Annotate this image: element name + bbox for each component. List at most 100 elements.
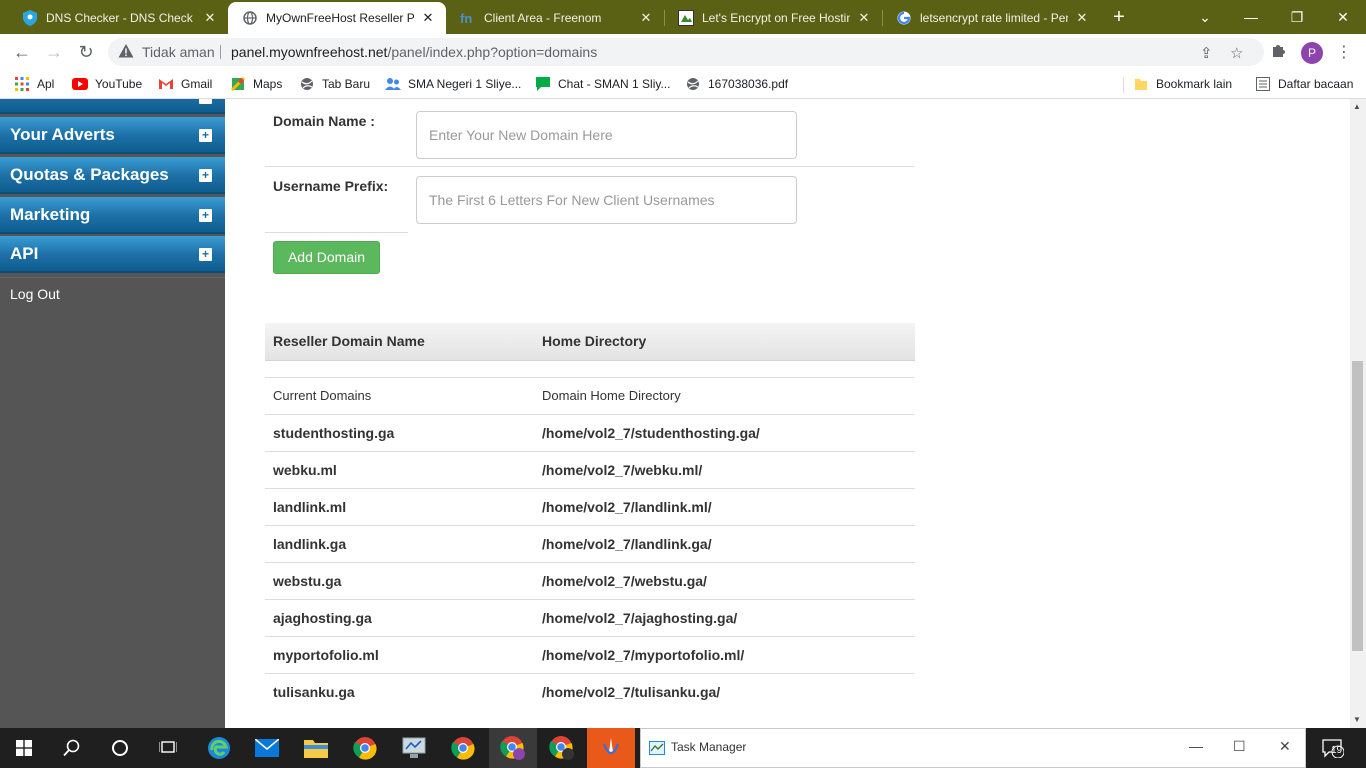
globe-icon [299,76,315,92]
tab-freenom[interactable]: fn Client Area - Freenom ✕ [446,2,664,34]
bookmark-star-icon[interactable]: ☆ [1230,44,1243,62]
tab-search-icon[interactable]: ⌄ [1182,0,1228,34]
scrollbar-thumb[interactable] [1352,361,1363,651]
sidebar-item-quotas-packages[interactable]: Quotas & Packages + [0,157,225,194]
domain-cell: webku.ml [273,462,337,478]
directory-cell: /home/vol2_7/tulisanku.ga/ [542,684,721,700]
logout-link[interactable]: Log Out [10,286,60,302]
reading-list[interactable]: Daftar bacaan [1255,76,1353,92]
domain-name-label: Domain Name : [273,113,375,129]
scroll-down-arrow-icon[interactable]: ▼ [1353,715,1361,724]
tab-letsencrypt[interactable]: Let's Encrypt on Free Hosting ✕ [664,2,882,34]
minimize-icon[interactable]: — [1228,0,1274,34]
username-prefix-input[interactable] [416,176,797,224]
search-icon[interactable] [48,728,96,768]
bookmark-youtube[interactable]: YouTube [72,76,142,92]
paint-app-icon[interactable] [587,728,635,768]
share-icon[interactable]: ⇪ [1200,44,1213,62]
chrome-icon[interactable] [439,728,487,768]
tab-myownfreehost[interactable]: MyOwnFreeHost Reseller Par ✕ [228,2,446,34]
bookmark-label: Gmail [181,77,213,91]
expand-icon[interactable]: + [199,209,212,222]
bookmark-label: YouTube [95,77,143,91]
directory-cell: /home/vol2_7/landlink.ga/ [542,536,712,552]
sidebar-divider [0,277,225,278]
table-row: webku.ml /home/vol2_7/webku.ml/ [265,451,915,489]
tab-google-search[interactable]: letsencrypt rate limited - Pen ✕ [882,2,1100,34]
domain-cell: ajaghosting.ga [273,610,372,626]
forward-arrow-icon[interactable]: → [42,40,66,64]
maximize-icon[interactable]: ☐ [1233,738,1246,755]
table-row: webstu.ga /home/vol2_7/webstu.ga/ [265,562,915,600]
notification-center[interactable]: 19 [1322,738,1348,759]
directory-cell: /home/vol2_7/myportofolio.ml/ [542,647,745,663]
close-icon[interactable]: ✕ [420,10,436,26]
table-row: tulisanku.ga /home/vol2_7/tulisanku.ga/ [265,673,915,711]
chrome-icon[interactable] [538,728,586,768]
task-view-icon[interactable] [144,728,192,768]
scroll-up-arrow-icon[interactable]: ▲ [1353,102,1361,111]
add-domain-button[interactable]: Add Domain [273,241,380,274]
url-text[interactable]: panel.myownfreehost.net/panel/index.php?… [231,44,597,60]
mail-icon[interactable] [243,728,291,768]
profile-avatar[interactable]: P [1301,42,1323,64]
minimize-icon[interactable]: — [1189,738,1203,754]
bookmark-label: Chat - SMAN 1 Sliy... [558,77,671,91]
bookmark-gmail[interactable]: Gmail [158,76,212,92]
edge-icon[interactable] [195,728,243,768]
bookmark-label: Apl [37,77,55,91]
warning-triangle-icon[interactable] [118,43,136,61]
expand-icon[interactable]: + [199,129,212,142]
globe-icon [242,10,258,26]
chrome-profile-icon[interactable] [489,728,537,768]
bookmark-apps[interactable]: Apl [14,76,54,92]
expand-icon[interactable]: + [199,169,212,182]
security-status-label[interactable]: Tidak aman [142,44,215,60]
more-menu-icon[interactable]: ⋮ [1336,42,1352,62]
subheader-current-domains: Current Domains [273,388,372,403]
close-icon[interactable]: ✕ [638,10,654,26]
close-icon[interactable]: ✕ [202,10,218,26]
close-icon[interactable]: ✕ [856,10,872,26]
clock[interactable]: 21:20 [1263,730,1291,742]
reload-icon[interactable]: ↻ [74,40,98,64]
back-arrow-icon[interactable]: ← [10,40,34,64]
youtube-icon [72,76,88,92]
restore-icon[interactable]: ❐ [1274,0,1320,34]
browser-toolbar: ← → ↻ Tidak aman panel.myownfreehost.net… [0,34,1366,70]
sidebar-item-label: Quotas & Packages [10,165,169,184]
domain-cell: landlink.ga [273,536,347,552]
new-tab-button[interactable]: + [1108,6,1130,28]
sidebar-item-api[interactable]: API + [0,236,225,273]
bookmark-maps[interactable]: Maps [230,76,282,92]
sidebar-item-support[interactable] [0,99,225,114]
directory-cell: /home/vol2_7/webku.ml/ [542,462,703,478]
other-bookmarks[interactable]: Bookmark lain [1133,76,1232,92]
bookmark-sma-negeri[interactable]: SMA Negeri 1 Sliye... [385,76,521,92]
task-manager-window[interactable]: Task Manager — ☐ ✕ [640,728,1306,768]
close-window-icon[interactable]: ✕ [1320,0,1366,34]
expand-icon[interactable]: + [199,248,212,261]
bookmark-pdf[interactable]: 167038036.pdf [685,76,788,92]
file-explorer-icon[interactable] [292,728,340,768]
tab-dns-checker[interactable]: DNS Checker - DNS Check Pr ✕ [8,2,228,34]
windows-start-icon[interactable] [0,728,48,768]
chat-icon [535,76,551,92]
sidebar-item-marketing[interactable]: Marketing + [0,197,225,234]
username-prefix-label: Username Prefix: [273,178,389,194]
domain-name-input[interactable] [416,111,797,159]
bookmark-separator [1123,77,1124,93]
directory-cell: /home/vol2_7/landlink.ml/ [542,499,712,515]
close-icon[interactable]: ✕ [1074,10,1090,26]
bookmark-new-tab[interactable]: Tab Baru [299,76,370,92]
chrome-icon[interactable] [341,728,389,768]
bookmark-chat[interactable]: Chat - SMAN 1 Sliy... [535,76,670,92]
address-bar[interactable]: Tidak aman panel.myownfreehost.net/panel… [108,38,1264,66]
cortana-icon[interactable] [96,728,144,768]
table-row: studenthosting.ga /home/vol2_7/studentho… [265,414,915,452]
monitor-app-icon[interactable] [390,728,438,768]
extensions-puzzle-icon[interactable] [1270,42,1286,61]
svg-text:fn: fn [460,11,472,25]
sidebar-item-your-adverts[interactable]: Your Adverts + [0,117,225,154]
task-manager-title: Task Manager [671,740,747,754]
